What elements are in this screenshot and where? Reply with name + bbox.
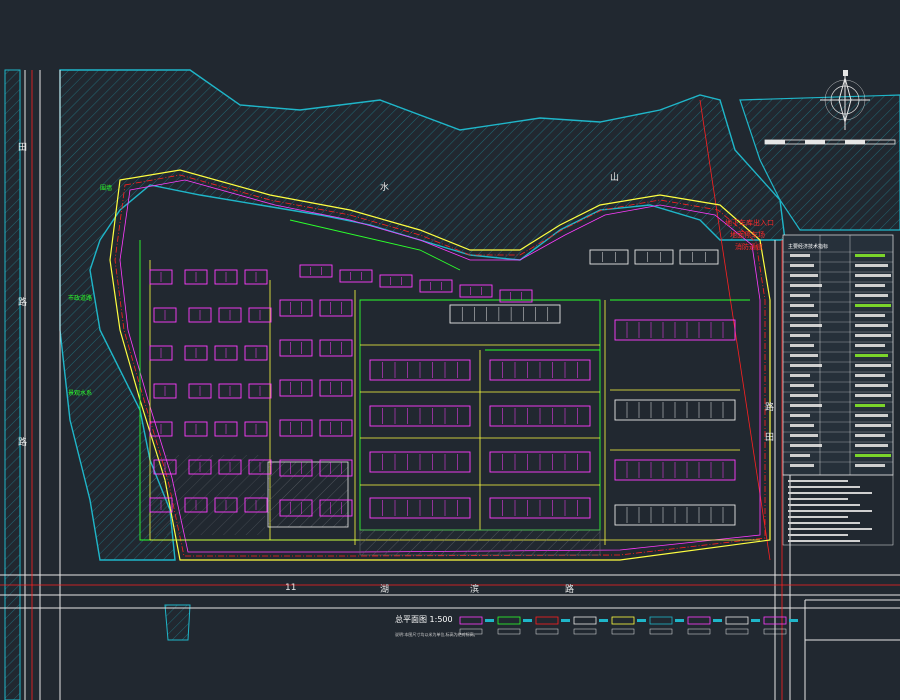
south-pond — [164, 604, 191, 641]
road-label-9: 11 — [285, 583, 296, 593]
road-label-1: 田 — [18, 142, 27, 153]
red-label-2: 地面停车场 — [730, 230, 765, 239]
road-label-6: 湖 — [380, 584, 389, 595]
red-label-3: 消防通道 — [735, 242, 763, 251]
green-label-3: 围墙 — [100, 184, 112, 192]
road-label-3: 路 — [18, 436, 27, 448]
road-label-4: 路 — [765, 401, 774, 413]
road-label-7: 滨 — [470, 583, 479, 595]
west-canal — [4, 69, 21, 700]
road-label-2: 路 — [18, 296, 27, 308]
drawing-title: 总平面图 1:500 — [395, 614, 453, 624]
water-label-1: 水 — [380, 181, 389, 193]
plaza-area — [359, 529, 601, 556]
road-label-5: 田 — [765, 432, 774, 443]
green-label-2: 市政道路 — [68, 294, 92, 302]
red-label-1: 地下车库出入口 — [725, 218, 774, 227]
water-label-2: 山 — [610, 172, 619, 183]
north-hatch-west — [150, 455, 265, 535]
green-label-1: 景观水系 — [68, 389, 92, 397]
site-plan-drawing: 总平面图 1:500 地下车库出入口 地面停车场 消防通道 景观水系 市政道路 … — [0, 0, 900, 700]
legend-note: 说明:本图尺寸均以米为单位,标高为绝对标高。 — [395, 631, 478, 637]
road-label-8: 路 — [565, 583, 574, 595]
table-title: 主要经济技术指标 — [788, 243, 828, 250]
